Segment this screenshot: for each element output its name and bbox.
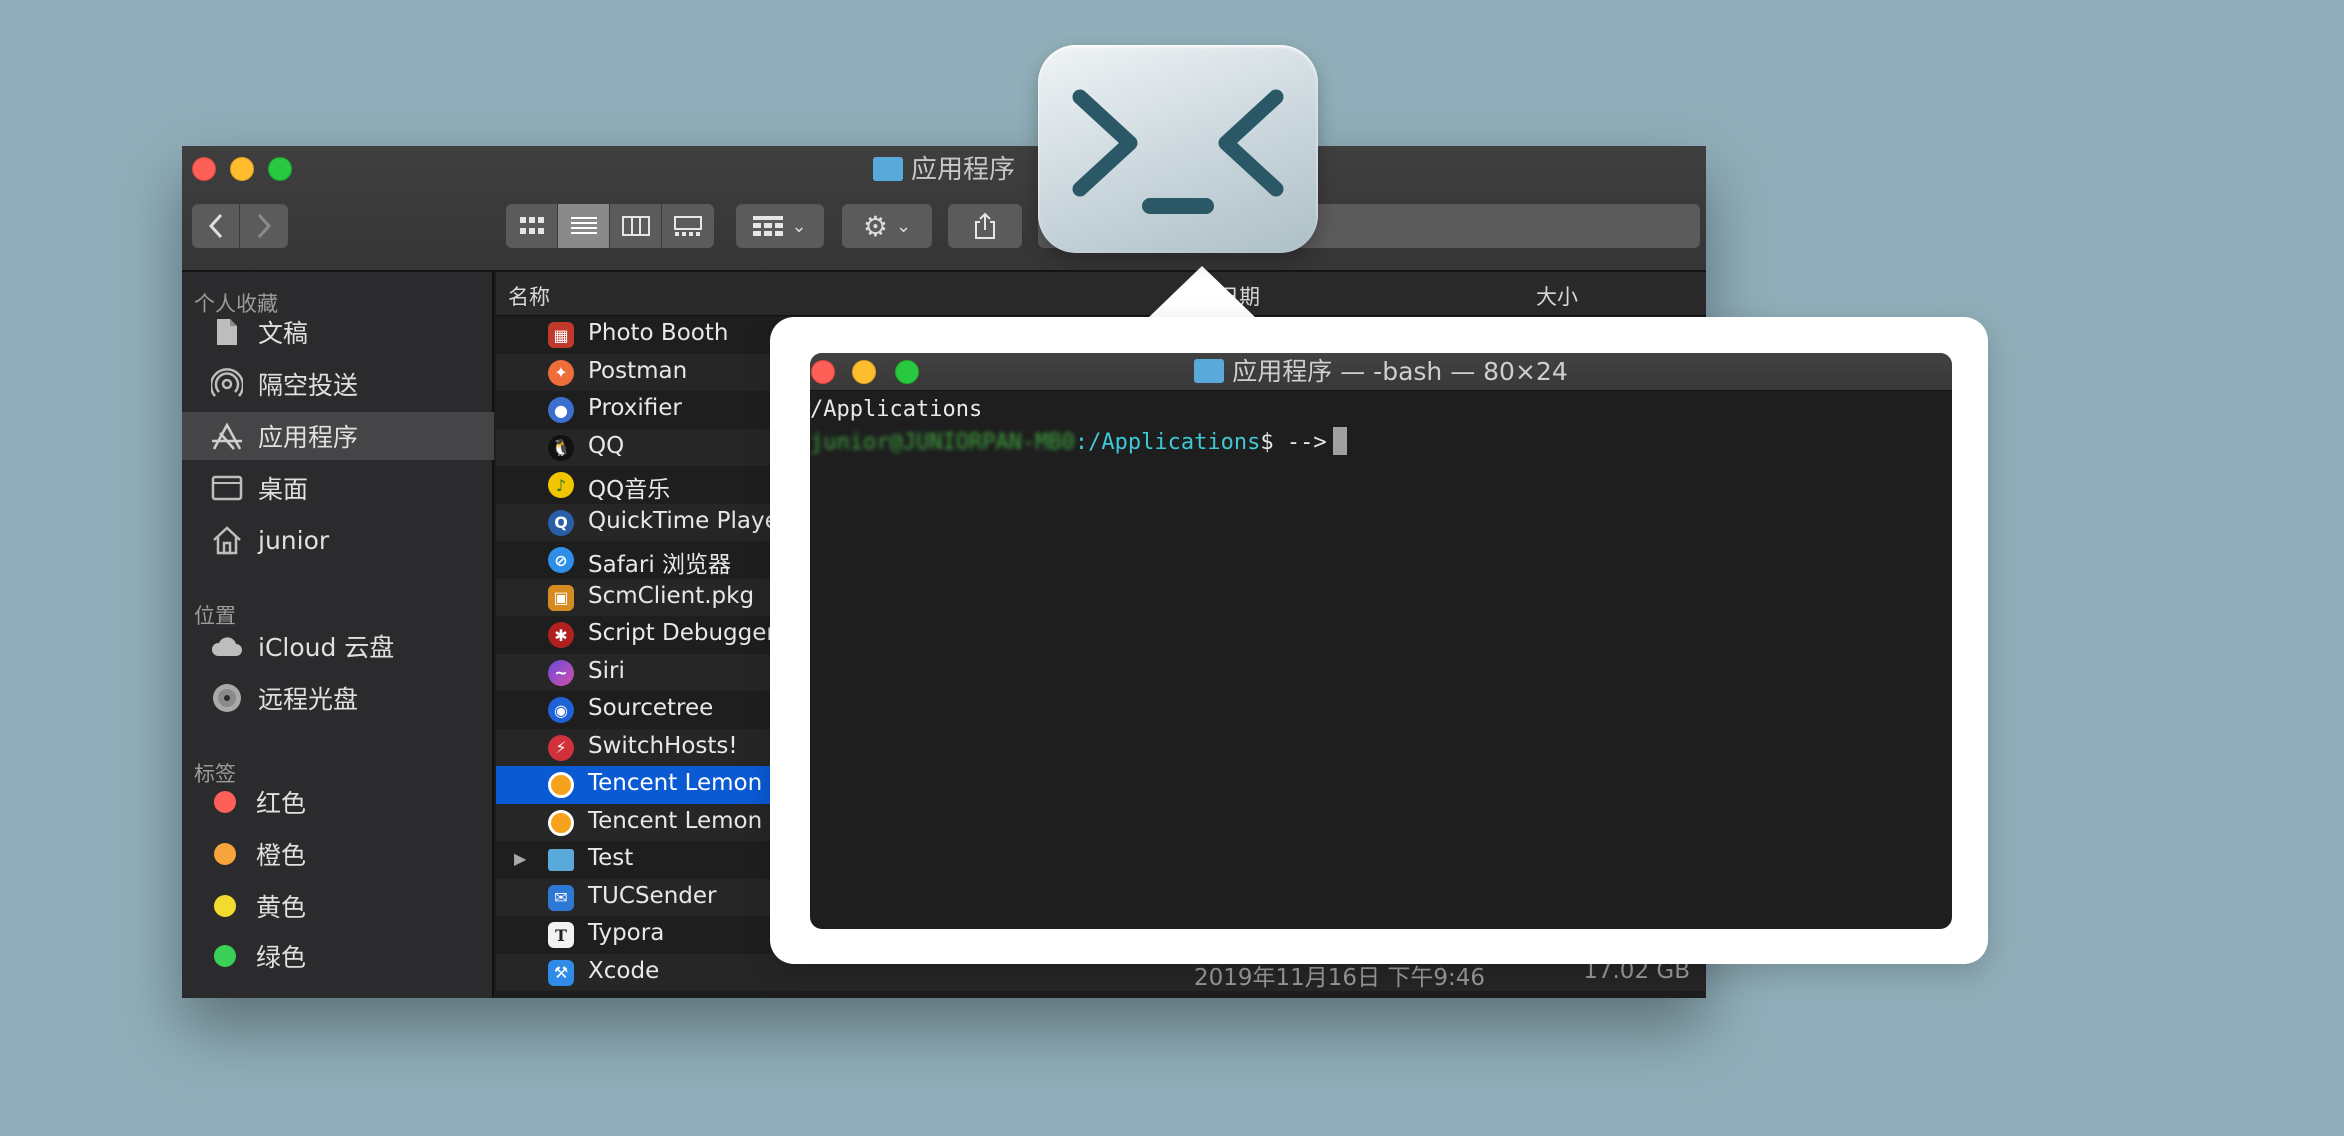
tag-dot-icon bbox=[214, 791, 236, 813]
script-debugger-icon: ✱ bbox=[548, 622, 574, 648]
group-button[interactable]: ⌄ bbox=[736, 204, 824, 248]
gallery-view-button[interactable] bbox=[662, 204, 714, 248]
tag-dot-icon bbox=[214, 945, 236, 967]
sidebar-item-airdrop[interactable]: 隔空投送 bbox=[182, 360, 494, 408]
column-header-size[interactable]: 大小 bbox=[1536, 281, 1578, 311]
gear-icon: ⚙ bbox=[862, 209, 888, 243]
tag-dot-icon bbox=[214, 843, 236, 865]
window-title: 应用程序 bbox=[182, 150, 1706, 190]
switchhosts-icon: ⚡ bbox=[548, 734, 574, 761]
disclosure-triangle-icon[interactable]: ▶ bbox=[514, 849, 526, 868]
column-header-name[interactable]: 名称 bbox=[508, 281, 550, 311]
terminal-titlebar: 应用程序 — -bash — 80×24 bbox=[810, 353, 1952, 391]
tencent-lemon-lite-icon bbox=[548, 809, 574, 836]
sourcetree-icon: ◉ bbox=[548, 697, 574, 723]
view-switcher bbox=[506, 204, 714, 248]
columns-icon bbox=[621, 216, 650, 236]
share-button[interactable] bbox=[948, 204, 1022, 248]
sidebar-item-icloud[interactable]: iCloud 云盘 bbox=[182, 622, 494, 670]
terminal-prompt-line[interactable]: junior@JUNIORPAN-MB0:/Applications$ --> bbox=[810, 427, 1347, 455]
tag-dot-icon bbox=[214, 895, 236, 917]
document-icon bbox=[210, 315, 244, 349]
back-button[interactable] bbox=[192, 204, 240, 248]
sidebar-item-desktop[interactable]: 桌面 bbox=[182, 464, 494, 512]
airdrop-icon bbox=[210, 367, 244, 401]
column-view-button[interactable] bbox=[610, 204, 662, 248]
gallery-icon bbox=[674, 216, 702, 236]
terminal-output-line: /Applications bbox=[810, 397, 983, 422]
sidebar-item-remote-disc[interactable]: 远程光盘 bbox=[182, 674, 494, 722]
tencent-lemon-icon bbox=[548, 772, 574, 798]
qq-music-icon: ♪ bbox=[548, 472, 574, 498]
postman-icon: ✦ bbox=[548, 359, 574, 386]
proxifier-icon: ● bbox=[548, 397, 574, 423]
package-icon: ▣ bbox=[548, 584, 574, 611]
chevron-down-icon: ⌄ bbox=[896, 215, 912, 237]
icon-view-button[interactable] bbox=[506, 204, 558, 248]
sidebar-item-documents[interactable]: 文稿 bbox=[182, 308, 494, 356]
sidebar-tag-yellow[interactable]: 黄色 bbox=[182, 882, 494, 930]
action-button[interactable]: ⚙ ⌄ bbox=[842, 204, 932, 248]
list-view-button[interactable] bbox=[558, 204, 610, 248]
chevron-down-icon: ⌄ bbox=[791, 215, 807, 237]
terminal-window: 应用程序 — -bash — 80×24 /Applications junio… bbox=[810, 353, 1952, 929]
xcode-icon: ⚒ bbox=[548, 959, 574, 986]
grid-icon bbox=[519, 217, 544, 234]
qq-icon: 🐧 bbox=[548, 434, 574, 461]
callout-arrow bbox=[1148, 266, 1256, 318]
cloud-icon bbox=[210, 629, 244, 663]
forward-button[interactable] bbox=[240, 204, 288, 248]
sidebar-tag-orange[interactable]: 橙色 bbox=[182, 830, 494, 878]
tucsender-icon: ✉ bbox=[548, 884, 574, 911]
folder-icon bbox=[872, 157, 903, 181]
chevron-left-icon bbox=[208, 213, 222, 239]
quicktime-icon: Q bbox=[548, 509, 574, 536]
nav-buttons bbox=[192, 204, 288, 248]
finder-titlebar: 应用程序 ⌄ ⚙ ⌄ bbox=[182, 146, 1706, 272]
applications-icon bbox=[210, 419, 244, 453]
folder-icon bbox=[1194, 359, 1225, 383]
safari-icon: ⊘ bbox=[548, 547, 574, 573]
app-logo-icon bbox=[1038, 45, 1318, 253]
disc-icon bbox=[210, 681, 244, 715]
prompt-path: :/Applications bbox=[1074, 430, 1261, 455]
sidebar-item-home[interactable]: junior bbox=[182, 516, 494, 564]
siri-icon: ~ bbox=[548, 659, 574, 686]
terminal-title: 应用程序 — -bash — 80×24 bbox=[810, 353, 1952, 391]
chevron-right-icon bbox=[257, 213, 272, 239]
list-icon bbox=[570, 217, 597, 234]
terminal-callout: 应用程序 — -bash — 80×24 /Applications junio… bbox=[770, 317, 1988, 964]
desktop-icon bbox=[210, 471, 244, 505]
group-grid-icon bbox=[753, 216, 784, 236]
sidebar-tag-green[interactable]: 绿色 bbox=[182, 932, 494, 980]
prompt-user: junior@JUNIORPAN-MB0 bbox=[810, 430, 1075, 455]
typora-icon: T bbox=[548, 922, 574, 948]
share-icon bbox=[975, 212, 995, 239]
home-icon bbox=[210, 523, 244, 557]
photo-booth-icon: ▦ bbox=[548, 322, 574, 348]
sidebar: 个人收藏 文稿 隔空投送 应用程序 桌面 junior 位置 iCloud 云盘… bbox=[182, 272, 494, 998]
sidebar-tag-red[interactable]: 红色 bbox=[182, 778, 494, 826]
text-cursor bbox=[1332, 427, 1347, 455]
sidebar-item-applications[interactable]: 应用程序 bbox=[182, 412, 494, 460]
prompt-suffix: $ --> bbox=[1260, 430, 1327, 455]
folder-icon bbox=[548, 849, 574, 871]
list-header: 名称 修改日期 大小 bbox=[496, 272, 1706, 316]
